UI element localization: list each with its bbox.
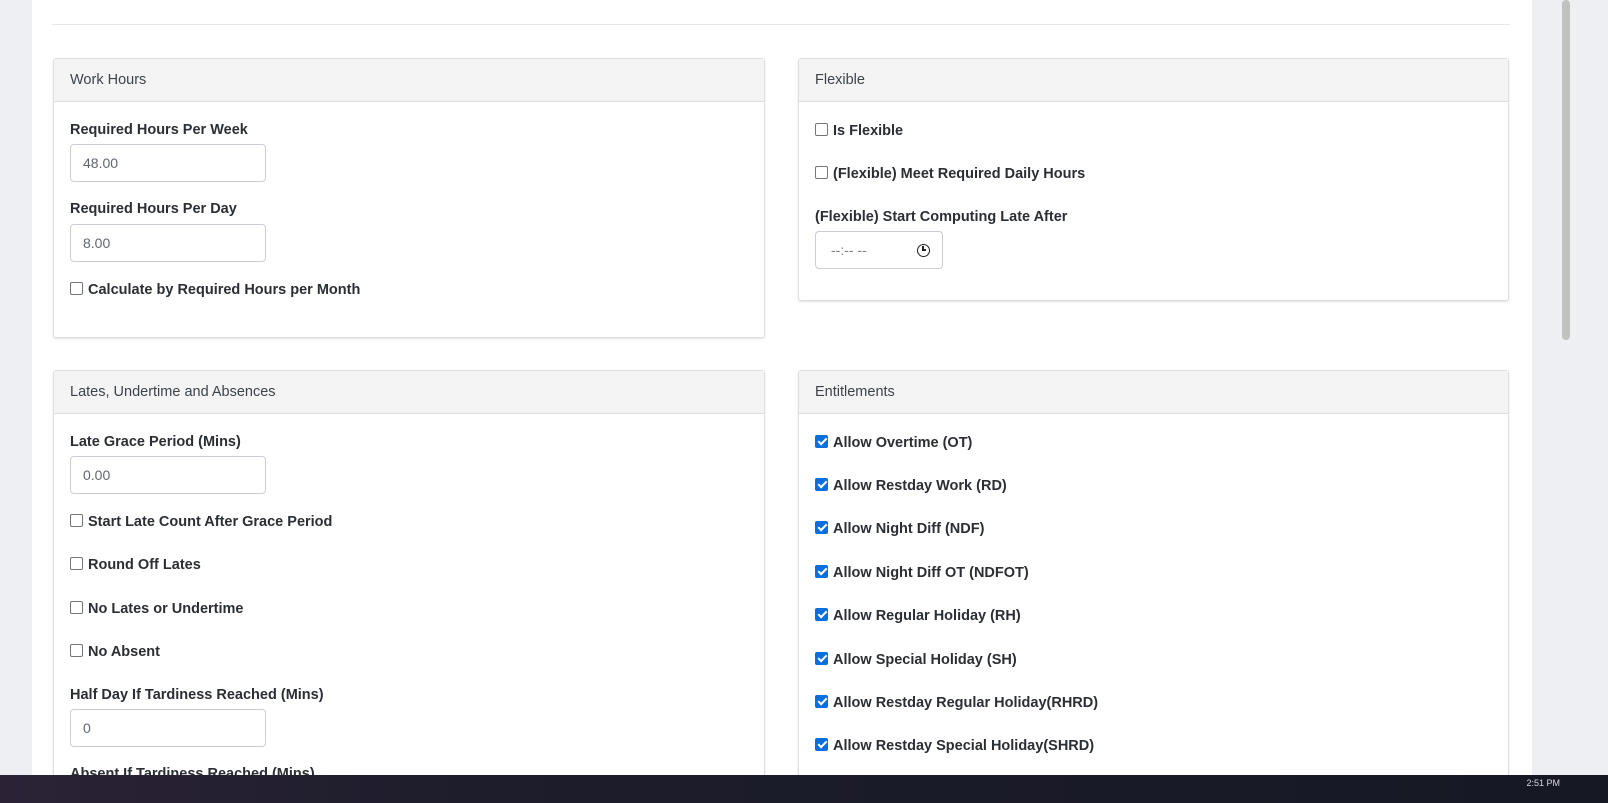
grace-period-label: Late Grace Period (Mins) [70,434,241,450]
entitlement-row[interactable]: Allow Overtime (OT) [815,434,973,451]
entitlement-label: Allow Restday Regular Holiday(RHRD) [833,695,1099,711]
entitlements-card: Entitlements Allow Overtime (OT) Allow R… [798,370,1509,803]
section-divider [52,24,1510,25]
start-late-after-time-input[interactable]: --:-- -- [815,231,943,269]
restday-special-holiday-checkbox[interactable] [815,737,828,751]
entitlement-label: Allow Overtime (OT) [833,435,973,451]
calculate-by-month-checkbox[interactable] [70,281,83,295]
taskbar: 2:51 PM [0,775,1608,803]
flexible-card: Flexible Is Flexible (Flexible) Meet Req… [798,58,1509,301]
entitlement-label: Allow Restday Work (RD) [833,478,1007,494]
is-flexible-label: Is Flexible [833,123,904,139]
no-lates-row[interactable]: No Lates or Undertime [70,600,244,617]
start-late-after-grace-label: Start Late Count After Grace Period [88,514,333,530]
flexible-header: Flexible [799,59,1508,102]
half-day-input[interactable]: 0 [70,709,266,747]
no-absent-label: No Absent [88,644,160,660]
entitlement-row[interactable]: Allow Night Diff (NDF) [815,520,985,537]
no-absent-row[interactable]: No Absent [70,643,160,660]
required-hours-week-input[interactable]: 48.00 [70,144,266,182]
no-absent-checkbox[interactable] [70,643,83,657]
entitlement-label: Allow Night Diff OT (NDFOT) [833,565,1029,581]
taskbar-clock: 2:51 PM [1526,778,1560,788]
meet-daily-checkbox[interactable] [815,165,828,179]
start-late-after-grace-row[interactable]: Start Late Count After Grace Period [70,513,333,530]
is-flexible-checkbox[interactable] [815,122,828,136]
calculate-by-month-row[interactable]: Calculate by Required Hours per Month [70,281,361,298]
lates-header: Lates, Undertime and Absences [54,371,764,414]
meet-daily-row[interactable]: (Flexible) Meet Required Daily Hours [815,165,1086,182]
entitlement-label: Allow Restday Special Holiday(SHRD) [833,738,1095,754]
entitlement-row[interactable]: Allow Regular Holiday (RH) [815,607,1021,624]
grace-period-input[interactable]: 0.00 [70,456,266,494]
work-hours-header: Work Hours [54,59,764,102]
entitlement-row[interactable]: Allow Restday Regular Holiday(RHRD) [815,694,1099,711]
time-placeholder: --:-- -- [831,242,867,258]
calculate-by-month-label: Calculate by Required Hours per Month [88,282,361,298]
required-hours-day-input[interactable]: 8.00 [70,224,266,262]
entitlements-header: Entitlements [799,371,1508,414]
work-hours-card: Work Hours Required Hours Per Week 48.00… [53,58,765,338]
round-off-lates-checkbox[interactable] [70,556,83,570]
entitlement-label: Allow Regular Holiday (RH) [833,608,1021,624]
night-diff-checkbox[interactable] [815,520,828,534]
entitlement-row[interactable]: Allow Special Holiday (SH) [815,651,1017,668]
required-hours-day-label: Required Hours Per Day [70,201,237,217]
entitlement-row[interactable]: Allow Night Diff OT (NDFOT) [815,564,1029,581]
half-day-label: Half Day If Tardiness Reached (Mins) [70,687,324,703]
clock-icon[interactable] [917,243,930,257]
start-late-after-label: (Flexible) Start Computing Late After [815,209,1068,225]
no-lates-checkbox[interactable] [70,600,83,614]
entitlement-row[interactable]: Allow Restday Special Holiday(SHRD) [815,737,1095,754]
regular-holiday-checkbox[interactable] [815,607,828,621]
no-lates-label: No Lates or Undertime [88,601,244,617]
overtime-checkbox[interactable] [815,434,828,448]
lates-card: Lates, Undertime and Absences Late Grace… [53,370,765,803]
round-off-lates-row[interactable]: Round Off Lates [70,556,201,573]
entitlement-label: Allow Night Diff (NDF) [833,521,985,537]
is-flexible-row[interactable]: Is Flexible [815,122,904,139]
entitlement-row[interactable]: Allow Restday Work (RD) [815,477,1007,494]
vertical-scrollbar[interactable] [1562,0,1570,340]
entitlement-label: Allow Special Holiday (SH) [833,652,1017,668]
meet-daily-label: (Flexible) Meet Required Daily Hours [833,166,1086,182]
required-hours-week-label: Required Hours Per Week [70,122,248,138]
start-late-after-grace-checkbox[interactable] [70,513,83,527]
round-off-lates-label: Round Off Lates [88,557,201,573]
special-holiday-checkbox[interactable] [815,651,828,665]
night-diff-ot-checkbox[interactable] [815,564,828,578]
restday-regular-holiday-checkbox[interactable] [815,694,828,708]
restday-work-checkbox[interactable] [815,477,828,491]
